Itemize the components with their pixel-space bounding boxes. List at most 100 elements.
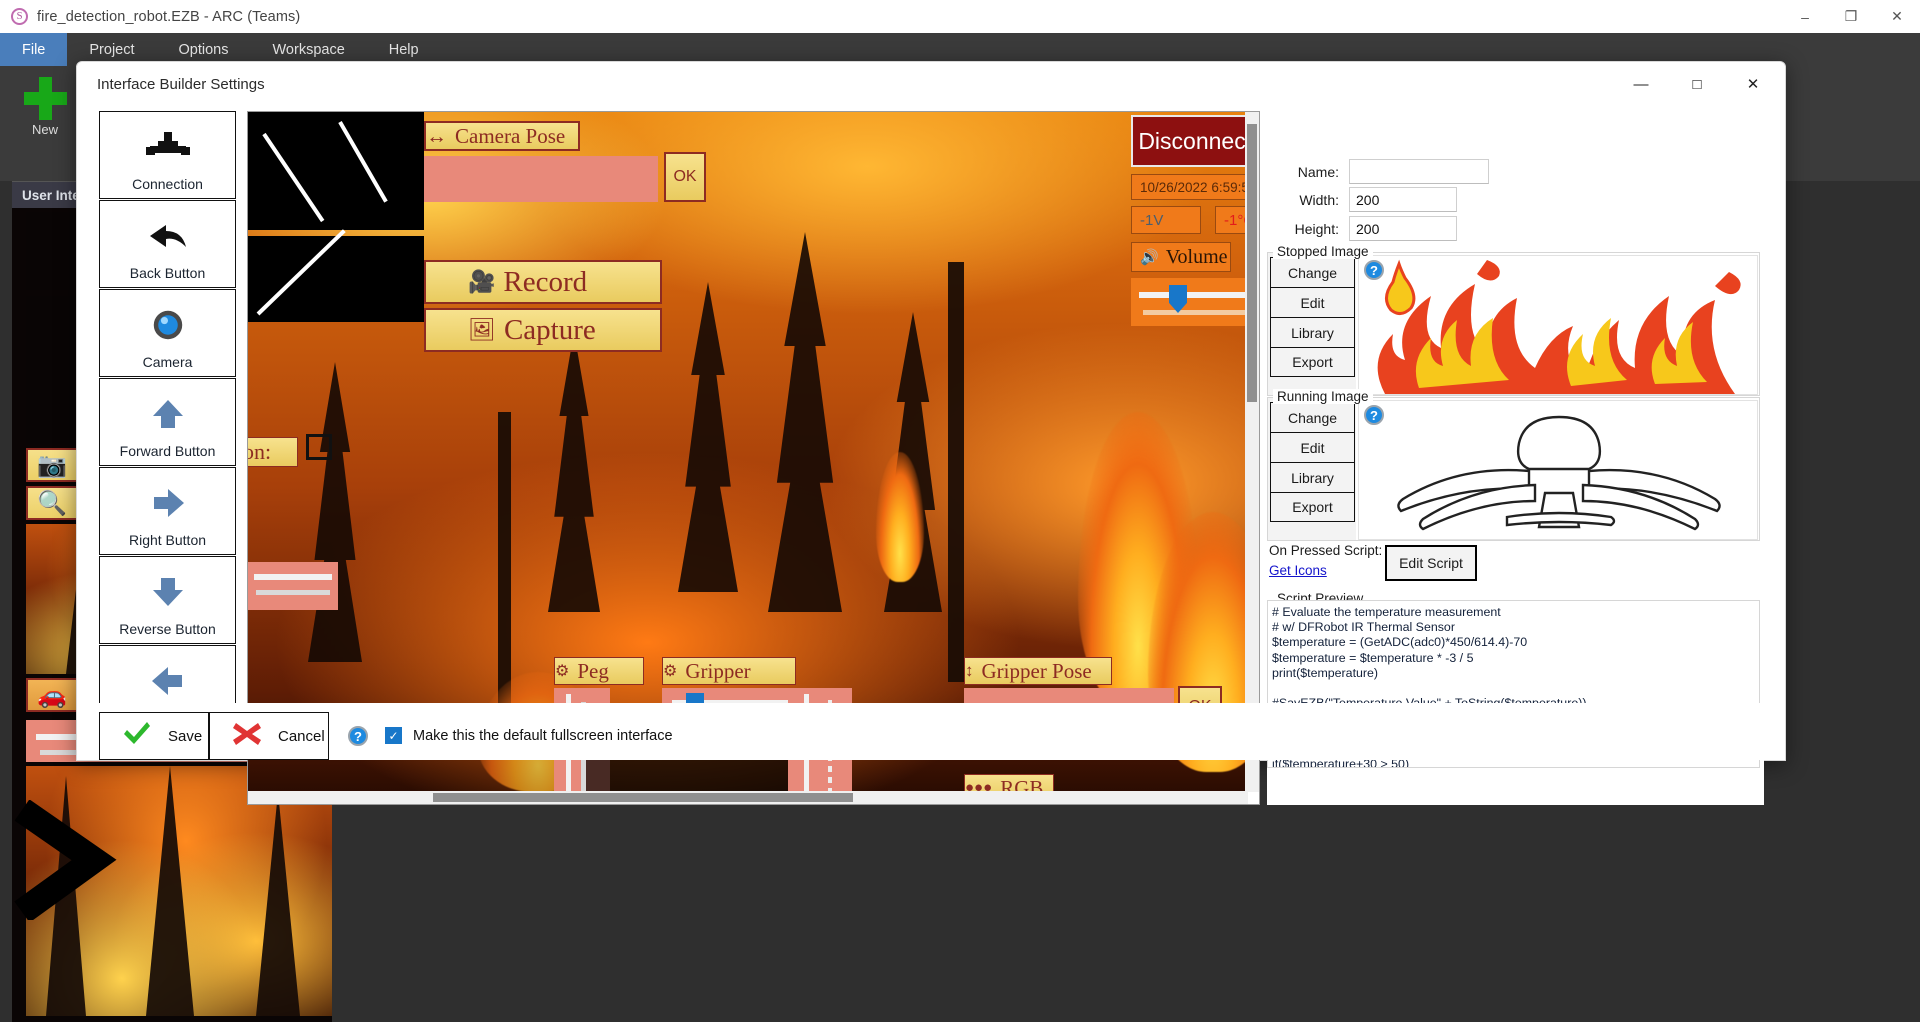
running-image-buttons[interactable]: Change Edit Library Export xyxy=(1270,402,1355,522)
palette-item-camera[interactable]: Camera xyxy=(99,289,236,377)
canvas-horizontal-scrollbar[interactable] xyxy=(248,791,1248,804)
edit-script-button[interactable]: Edit Script xyxy=(1385,545,1477,581)
save-button[interactable]: Save xyxy=(99,712,209,760)
plus-icon xyxy=(23,76,67,120)
tree-silhouette xyxy=(768,232,842,612)
gripper-button[interactable]: ⚙ Gripper xyxy=(662,657,796,685)
running-image-change-button[interactable]: Change xyxy=(1270,402,1355,432)
rgb-button[interactable]: ●●● RGB xyxy=(964,774,1054,792)
close-button[interactable]: ✕ xyxy=(1874,0,1920,33)
slider-track-secondary xyxy=(1143,310,1247,315)
running-image-help-icon[interactable]: ? xyxy=(1364,405,1384,425)
running-image-export-button[interactable]: Export xyxy=(1270,492,1355,522)
new-button[interactable]: New xyxy=(14,72,76,137)
restore-button[interactable]: ❐ xyxy=(1828,0,1874,33)
canvas-camera-widget-1[interactable] xyxy=(248,112,424,230)
palette-item-label: Connection xyxy=(132,176,203,192)
capture-button[interactable]: 🖼 Capture xyxy=(424,308,662,352)
dialog-title: Interface Builder Settings xyxy=(97,75,265,93)
dialog-close-button[interactable]: ✕ xyxy=(1725,62,1781,106)
canvas-vertical-scrollbar[interactable] xyxy=(1245,112,1259,792)
volume-slider[interactable] xyxy=(1131,278,1247,326)
fire-graphic xyxy=(1377,259,1741,394)
palette-item-label: Reverse Button xyxy=(119,621,216,637)
dialog-footer: Save Cancel ? ✓ Make this the default fu… xyxy=(77,703,1785,760)
position-label-text: on: xyxy=(248,439,272,464)
running-image-library-button[interactable]: Library xyxy=(1270,462,1355,492)
canvas-camera-widget-2[interactable] xyxy=(248,229,424,322)
timestamp-display: 10/26/2022 6:59:50 PM xyxy=(1131,174,1247,200)
palette-item-right-button[interactable]: Right Button xyxy=(99,467,236,555)
camera-pose-ok-label: OK xyxy=(673,168,697,185)
new-button-label: New xyxy=(31,122,58,137)
left-right-arrow-icon: ↔ xyxy=(426,123,447,148)
height-input[interactable]: 200 xyxy=(1349,216,1457,241)
left-slider-panel[interactable] xyxy=(248,562,338,610)
canvas-vertical-scrollbar-thumb[interactable] xyxy=(1247,124,1257,402)
slider-thumb[interactable] xyxy=(1169,285,1187,313)
on-pressed-script-label: On Pressed Script: xyxy=(1269,543,1383,558)
camera-pose-value-field[interactable] xyxy=(424,156,658,202)
canvas-viewport[interactable]: ↔ Camera Pose OK 🎥 Record 🖼 Capture on: xyxy=(248,112,1247,792)
magnifier-icon: 🔍 xyxy=(37,490,67,517)
peg-button[interactable]: ⚙ Peg xyxy=(554,657,644,685)
width-row: Width: 200 xyxy=(1267,187,1457,212)
arrow-up-icon xyxy=(100,392,235,436)
slider-track xyxy=(254,574,332,580)
tree-silhouette xyxy=(308,362,362,662)
capture-button-label: Capture xyxy=(503,313,596,346)
stopped-image-change-button[interactable]: Change xyxy=(1270,257,1355,287)
palette-item-back-button[interactable]: Back Button xyxy=(99,200,236,288)
connection-icon xyxy=(100,125,235,169)
stopped-image-buttons[interactable]: Change Edit Library Export xyxy=(1270,257,1355,377)
gripper-button-label: Gripper xyxy=(685,658,751,683)
control-palette[interactable]: Connection Back Button Camera Forward Bu… xyxy=(99,111,236,707)
cancel-button[interactable]: Cancel xyxy=(209,712,329,760)
background-chevron-icon xyxy=(8,799,118,923)
dialog-maximize-button[interactable]: □ xyxy=(1669,62,1725,106)
tree-silhouette xyxy=(256,792,300,1016)
interface-builder-settings-dialog: Interface Builder Settings — □ ✕ Connect… xyxy=(76,61,1786,805)
running-image-edit-button[interactable]: Edit xyxy=(1270,432,1355,462)
palette-item-forward-button[interactable]: Forward Button xyxy=(99,378,236,466)
stopped-image-library-button[interactable]: Library xyxy=(1270,317,1355,347)
volume-label: Volume xyxy=(1165,245,1228,268)
footer-help-icon[interactable]: ? xyxy=(348,726,368,746)
stopped-image-edit-button[interactable]: Edit xyxy=(1270,287,1355,317)
dialog-minimize-button[interactable]: — xyxy=(1613,62,1669,106)
camera-pose-button[interactable]: ↔ Camera Pose xyxy=(424,121,580,151)
connection-status-button[interactable]: Disconnected xyxy=(1131,115,1247,167)
palette-item-connection[interactable]: Connection xyxy=(99,111,236,199)
temperature-display: -1°C xyxy=(1215,206,1247,234)
tree-trunk xyxy=(948,262,964,682)
temperature-text: -1°C xyxy=(1224,211,1247,229)
volume-button[interactable]: 🔊 Volume xyxy=(1131,242,1231,272)
stopped-image-export-button[interactable]: Export xyxy=(1270,347,1355,377)
name-row: Name: xyxy=(1267,159,1489,184)
width-input[interactable]: 200 xyxy=(1349,187,1457,212)
position-value-box[interactable] xyxy=(306,434,332,460)
interface-design-canvas[interactable]: ↔ Camera Pose OK 🎥 Record 🖼 Capture on: xyxy=(247,111,1260,805)
get-icons-link[interactable]: Get Icons xyxy=(1269,563,1327,578)
name-input[interactable] xyxy=(1349,159,1489,184)
timestamp-text: 10/26/2022 6:59:50 PM xyxy=(1140,179,1247,195)
menu-item-file[interactable]: File xyxy=(0,33,68,66)
height-label: Height: xyxy=(1294,220,1339,237)
voltage-display: -1V xyxy=(1131,206,1201,234)
save-button-label: Save xyxy=(168,727,203,745)
running-image-group: Change Edit Library Export ? xyxy=(1267,397,1760,541)
palette-item-left-button[interactable]: Left Button xyxy=(99,645,236,707)
properties-panel: Name: Width: 200 Height: 200 Change Edit… xyxy=(1267,111,1764,805)
minimize-button[interactable]: – xyxy=(1782,0,1828,33)
width-label: Width: xyxy=(1299,191,1339,208)
default-fullscreen-checkbox[interactable]: ✓ xyxy=(385,727,402,744)
tree-silhouette xyxy=(548,332,600,612)
position-label: on: xyxy=(248,437,298,467)
name-label: Name: xyxy=(1297,163,1339,180)
gripper-pose-button[interactable]: ↕ Gripper Pose xyxy=(964,657,1112,685)
stopped-image-help-icon[interactable]: ? xyxy=(1364,260,1384,280)
palette-item-reverse-button[interactable]: Reverse Button xyxy=(99,556,236,644)
record-button[interactable]: 🎥 Record xyxy=(424,260,662,304)
camera-pose-ok-button[interactable]: OK xyxy=(664,152,706,202)
canvas-horizontal-scrollbar-thumb[interactable] xyxy=(433,793,853,802)
